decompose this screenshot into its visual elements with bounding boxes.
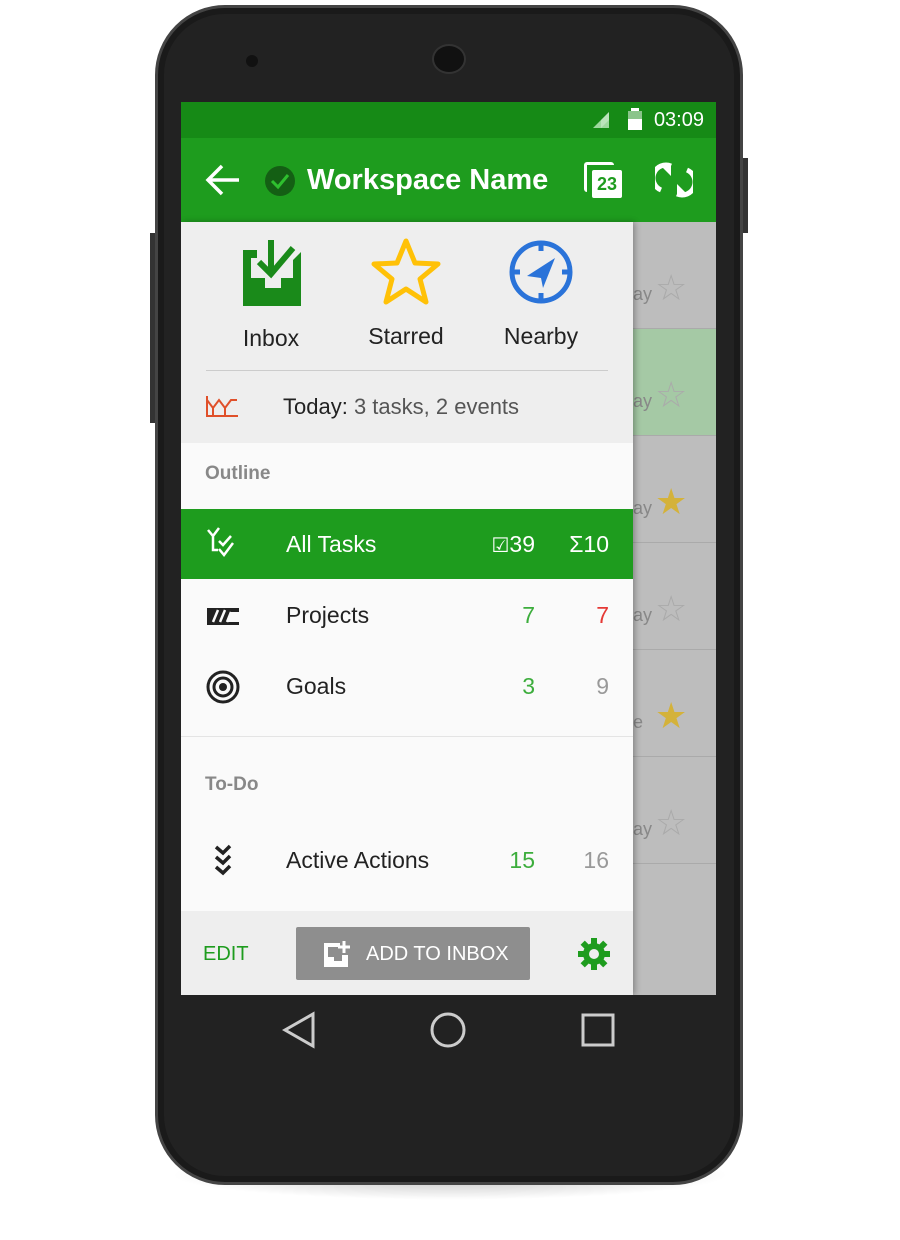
add-to-inbox-label: ADD TO INBOX (366, 943, 509, 965)
task-text-fragment: e (633, 712, 644, 732)
quick-nearby[interactable]: Nearby (481, 236, 601, 350)
inbox-download-icon (243, 240, 301, 306)
count-active: 3 (522, 673, 535, 699)
app-bar: Workspace Name 23 (181, 138, 716, 222)
checkbox-icon: ☑ (491, 535, 510, 557)
background-task-row: ay ☆ (633, 222, 716, 329)
task-text-fragment: ay (633, 498, 653, 518)
nav-item-label: Goals (286, 673, 347, 699)
divider (206, 370, 608, 371)
clock: 03:09 (653, 109, 704, 131)
background-task-list: ay ☆ ay ☆ ay ★ ay ☆ e ★ ay ☆ (633, 222, 716, 995)
edit-button[interactable]: EDIT (203, 943, 249, 966)
drawer-header: Inbox Starred Nearby Today: 3 tasks, 2 e… (181, 222, 633, 443)
star-outline-icon[interactable]: ☆ (655, 591, 687, 627)
nav-back-icon[interactable] (281, 1011, 317, 1049)
count-total: 9 (596, 673, 609, 699)
star-filled-icon[interactable]: ★ (655, 698, 687, 734)
quick-nearby-label: Nearby (503, 323, 579, 349)
chart-icon (206, 396, 238, 417)
gear-icon[interactable] (577, 937, 611, 971)
add-to-inbox-button[interactable]: ADD TO INBOX (296, 927, 530, 980)
speaker (432, 44, 466, 74)
count: 10 (583, 531, 609, 557)
background-task-row: ay ☆ (633, 543, 716, 650)
nav-item-active-actions[interactable]: Active Actions 15 16 (181, 825, 633, 895)
count-total: 7 (596, 602, 609, 628)
background-task-row: ay ☆ (633, 329, 716, 436)
divider (181, 736, 633, 737)
drawer-footer: EDIT ADD TO INBOX (181, 911, 633, 995)
background-task-row: ay ☆ (633, 757, 716, 864)
nav-item-label: All Tasks (286, 531, 377, 557)
nav-item-all-tasks[interactable]: All Tasks ☑39 Σ10 (181, 509, 633, 579)
add-inbox-icon (324, 941, 350, 967)
total-count: Σ10 (569, 531, 609, 558)
star-outline-icon[interactable]: ☆ (655, 270, 687, 306)
system-nav-bar (181, 995, 716, 1065)
triple-chevron-icon (214, 844, 232, 876)
task-text-fragment: ay (633, 819, 653, 839)
calendar-button[interactable]: 23 (584, 162, 622, 198)
nav-item-projects[interactable]: Projects 7 7 (181, 580, 633, 650)
sync-icon[interactable] (655, 162, 693, 198)
calendar-day: 23 (592, 170, 622, 198)
today-label: Today: (283, 394, 348, 419)
target-icon (206, 670, 240, 704)
nav-home-icon[interactable] (429, 1011, 467, 1049)
nav-item-label: Projects (286, 602, 370, 628)
checked-count: ☑39 (491, 531, 535, 558)
star-outline-icon (371, 238, 441, 305)
front-camera (246, 55, 258, 67)
today-summary[interactable]: Today: 3 tasks, 2 events (283, 394, 519, 420)
nav-recents-icon[interactable] (581, 1013, 615, 1047)
quick-starred[interactable]: Starred (346, 236, 466, 350)
nav-item-label: Active Actions (286, 847, 430, 873)
quick-inbox-label: Inbox (242, 325, 300, 351)
outline-header: Outline (205, 463, 271, 484)
task-text-fragment: ay (633, 605, 653, 625)
sigma-icon: Σ (569, 531, 584, 557)
star-outline-icon[interactable]: ☆ (655, 377, 687, 413)
compass-icon (509, 240, 573, 304)
count-active: 15 (509, 847, 535, 873)
star-filled-icon[interactable]: ★ (655, 484, 687, 520)
task-text-fragment: ay (633, 284, 653, 304)
background-task-row: e ★ (633, 650, 716, 757)
navigation-drawer: Inbox Starred Nearby Today: 3 tasks, 2 e… (181, 222, 633, 995)
workspace-title[interactable]: Workspace Name (307, 164, 548, 197)
signal-icon (593, 112, 609, 128)
battery-icon (628, 108, 642, 130)
projects-icon (207, 608, 239, 625)
screen: 03:09 Workspace Name 23 ay ☆ ay ☆ ay ★ ay ☆ e ★ ay… (181, 102, 716, 995)
count-total: 16 (583, 847, 609, 873)
back-arrow-icon[interactable] (205, 162, 241, 198)
all-tasks-icon (207, 527, 234, 558)
nav-item-goals[interactable]: Goals 3 9 (181, 651, 633, 721)
star-outline-icon[interactable]: ☆ (655, 805, 687, 841)
quick-starred-label: Starred (368, 323, 444, 349)
count: 39 (509, 531, 535, 557)
background-task-row: ay ★ (633, 436, 716, 543)
quick-inbox[interactable]: Inbox (211, 236, 331, 352)
count-active: 7 (522, 602, 535, 628)
volume-button (150, 233, 155, 423)
today-counts: 3 tasks, 2 events (353, 394, 520, 419)
power-button (743, 158, 748, 233)
status-bar: 03:09 (181, 102, 716, 138)
workspace-badge-icon (265, 166, 295, 196)
todo-header: To-Do (205, 774, 259, 795)
task-text-fragment: ay (633, 391, 653, 411)
